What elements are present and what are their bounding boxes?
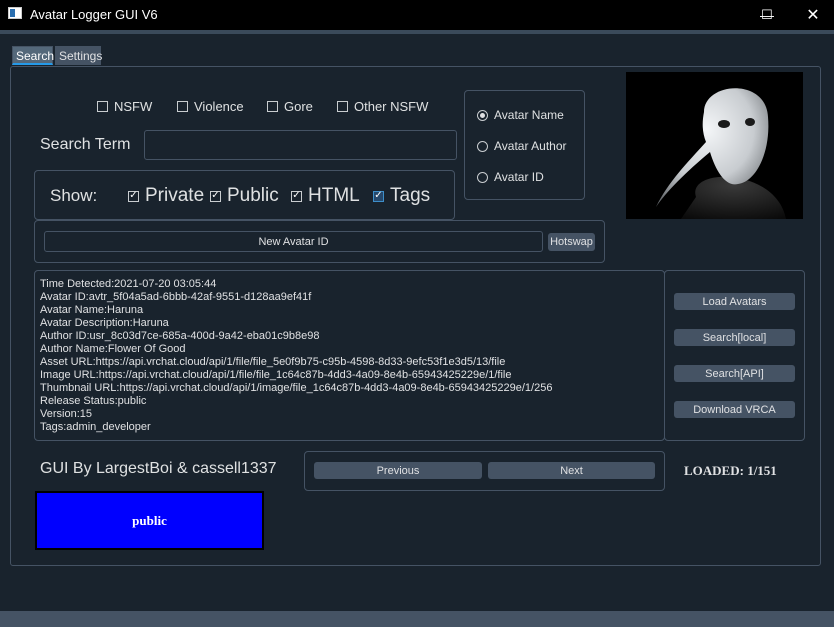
avatar-info-text: Time Detected:2021-07-20 03:05:44 Avatar … <box>40 278 552 434</box>
radio-label: Avatar Name <box>494 108 564 122</box>
title-separator <box>0 30 834 34</box>
checkbox-label: HTML <box>308 185 360 206</box>
show-label: Show: <box>50 186 98 205</box>
load-avatars-button[interactable]: Load Avatars <box>674 293 795 310</box>
avatar-thumbnail <box>626 72 803 219</box>
avatar-info-line: Thumbnail URL:https://api.vrchat.cloud/a… <box>40 382 553 394</box>
plague-mask-avatar-image <box>656 88 786 219</box>
app-icon <box>8 7 22 19</box>
avatar-name-radio[interactable]: Avatar Name <box>477 108 564 122</box>
previous-button[interactable]: Previous <box>314 462 482 479</box>
download-vrca-button[interactable]: Download VRCA <box>674 401 795 418</box>
maximize-button[interactable]: ☐ <box>744 0 790 30</box>
close-icon: ✕ <box>806 7 820 24</box>
hotswap-button[interactable]: Hotswap <box>548 233 595 251</box>
search-api-button[interactable]: Search[API] <box>674 365 795 382</box>
avatar-info-line: Avatar Name:Haruna <box>40 304 144 316</box>
avatar-info-line: Author ID:usr_8c03d7ce-685a-400d-9a42-eb… <box>40 330 320 342</box>
credits-label: GUI By LargestBoi & cassell1337 <box>40 460 277 477</box>
checkbox-label: Gore <box>284 99 313 114</box>
title-bar: Avatar Logger GUI V6 — ☐ ✕ <box>0 0 834 30</box>
checkbox-label: Tags <box>390 185 431 206</box>
avatar-info-line: Release Status:public <box>40 395 147 407</box>
checkbox-label: Violence <box>194 99 244 114</box>
radio-label: Avatar Author <box>494 139 567 153</box>
new-avatar-id-field[interactable]: New Avatar ID <box>44 231 543 252</box>
maximize-icon: ☐ <box>761 7 773 22</box>
search-term-label: Search Term <box>40 136 131 153</box>
show-private-checkbox[interactable]: ✓ Private <box>128 185 204 207</box>
show-html-checkbox[interactable]: ✓ HTML <box>291 185 360 207</box>
avatar-info-line: Version:15 <box>40 408 92 420</box>
show-tags-checkbox[interactable]: ✓ Tags <box>373 185 430 207</box>
checkbox-box <box>97 101 108 112</box>
release-status-label: public <box>132 512 167 528</box>
checkbox-box <box>177 101 188 112</box>
violence-checkbox[interactable]: Violence <box>177 99 244 114</box>
loaded-counter: LOADED: 1/151 <box>684 463 777 478</box>
checkbox-label: Other NSFW <box>354 99 429 114</box>
avatar-info-line: Tags:admin_developer <box>40 421 151 433</box>
status-bar <box>0 611 834 627</box>
avatar-info-line: Time Detected:2021-07-20 03:05:44 <box>40 278 217 290</box>
other-nsfw-checkbox[interactable]: Other NSFW <box>337 99 428 114</box>
avatar-info-line: Image URL:https://api.vrchat.cloud/api/1… <box>40 369 512 381</box>
tab-search[interactable]: Search <box>12 46 54 65</box>
checkbox-label: Public <box>227 185 279 206</box>
search-local-button[interactable]: Search[local] <box>674 329 795 346</box>
radio-dot <box>477 171 488 183</box>
show-public-checkbox[interactable]: ✓ Public <box>210 185 279 207</box>
avatar-info-line: Avatar Description:Haruna <box>40 317 169 329</box>
avatar-info-line: Avatar ID:avtr_5f04a5ad-6bbb-42af-9551-d… <box>40 291 312 303</box>
search-input[interactable] <box>144 130 457 160</box>
avatar-info-line: Author Name:Flower Of Good <box>40 343 186 355</box>
avatar-info-line: Asset URL:https://api.vrchat.cloud/api/1… <box>40 356 506 368</box>
nsfw-checkbox[interactable]: NSFW <box>97 99 152 114</box>
checkmark-icon: ✓ <box>210 190 221 202</box>
gore-checkbox[interactable]: Gore <box>267 99 313 114</box>
window-title: Avatar Logger GUI V6 <box>30 7 158 22</box>
radio-dot <box>477 109 488 121</box>
checkmark-icon: ✓ <box>291 190 302 202</box>
radio-dot <box>477 140 488 152</box>
checkmark-icon: ✓ <box>373 190 384 202</box>
next-button[interactable]: Next <box>488 462 655 479</box>
radio-label: Avatar ID <box>494 170 544 184</box>
checkbox-label: NSFW <box>114 99 153 114</box>
checkbox-box <box>337 101 348 112</box>
checkmark-icon: ✓ <box>128 190 139 202</box>
tab-settings[interactable]: Settings <box>55 46 102 65</box>
checkbox-box <box>267 101 278 112</box>
avatar-author-radio[interactable]: Avatar Author <box>477 139 567 153</box>
close-button[interactable]: ✕ <box>790 0 834 30</box>
avatar-id-radio[interactable]: Avatar ID <box>477 170 544 184</box>
checkbox-label: Private <box>145 185 205 206</box>
release-status-badge: public <box>35 491 264 550</box>
